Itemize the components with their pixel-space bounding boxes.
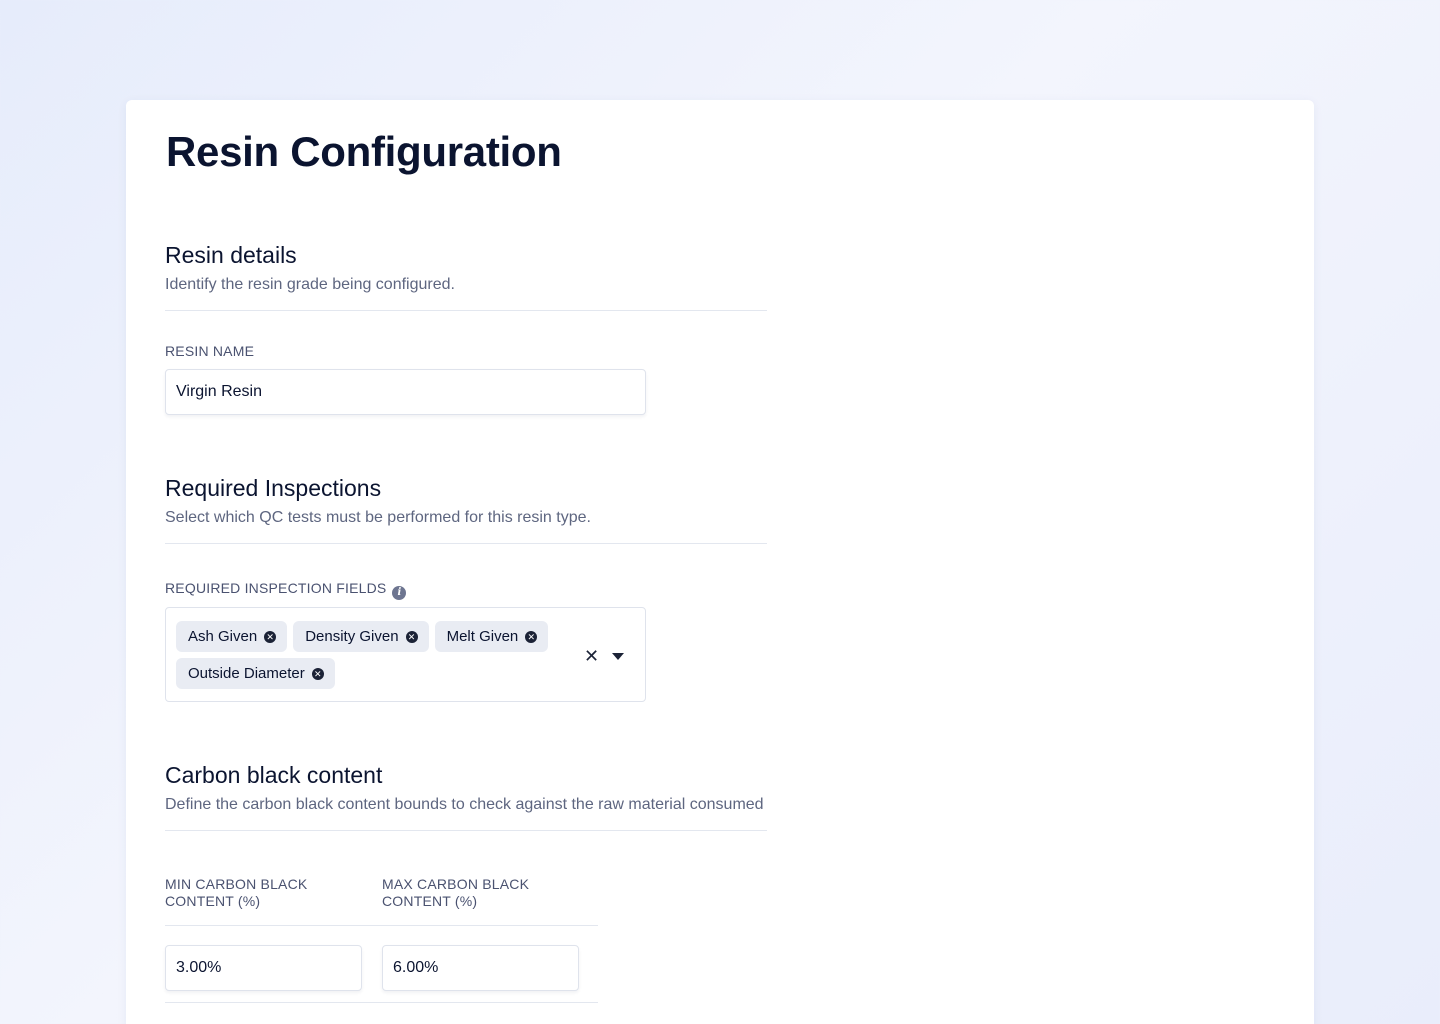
chip-melt-given[interactable]: Melt Given ✕ (434, 621, 549, 652)
resin-details-section: Resin details Identify the resin grade b… (165, 240, 767, 311)
remove-chip-icon[interactable]: ✕ (525, 630, 538, 643)
min-carbon-black-input[interactable] (165, 945, 362, 991)
chip-outside-diameter[interactable]: Outside Diameter ✕ (176, 658, 335, 689)
clear-icon[interactable]: ✕ (584, 646, 599, 666)
chip-label: Ash Given (188, 628, 258, 645)
resin-name-input[interactable] (165, 369, 646, 415)
min-carbon-black-label: MIN CARBON BLACK CONTENT (%) (165, 876, 308, 909)
resin-name-label: RESIN NAME (165, 343, 255, 359)
info-icon[interactable]: i (392, 586, 407, 600)
chip-label: Density Given (305, 628, 399, 645)
required-inspections-description: Select which QC tests must be performed … (165, 509, 591, 526)
required-inspection-fields-label: REQUIRED INSPECTION FIELDS i (165, 580, 407, 600)
required-inspections-title: Required Inspections (165, 475, 382, 501)
max-carbon-black-label: MAX CARBON BLACK CONTENT (%) (382, 876, 530, 909)
chip-label: Melt Given (446, 628, 519, 645)
chip-density-given[interactable]: Density Given ✕ (293, 621, 429, 652)
required-inspection-fields-label-text: REQUIRED INSPECTION FIELDS (165, 580, 387, 596)
chevron-down-icon[interactable] (612, 653, 624, 660)
chip-ash-given[interactable]: Ash Given ✕ (176, 621, 288, 652)
required-inspections-section: Required Inspections Select which QC tes… (165, 473, 767, 544)
selected-chips: Ash Given ✕ Density Given ✕ Melt Given ✕… (176, 621, 576, 689)
resin-details-title: Resin details (165, 242, 297, 268)
carbon-black-section: Carbon black content Define the carbon b… (165, 760, 767, 831)
page-title: Resin Configuration (166, 128, 562, 175)
carbon-black-description: Define the carbon black content bounds t… (165, 796, 764, 813)
section-divider (165, 310, 767, 311)
remove-chip-icon[interactable]: ✕ (311, 667, 324, 680)
chip-label: Outside Diameter (188, 665, 305, 682)
section-divider (165, 830, 767, 831)
max-carbon-black-input[interactable] (382, 945, 579, 991)
resin-details-description: Identify the resin grade being configure… (165, 276, 455, 293)
section-divider (165, 543, 767, 544)
carbon-black-row-divider (165, 1002, 598, 1003)
carbon-black-title: Carbon black content (165, 762, 383, 788)
configuration-card: Resin Configuration Resin details Identi… (126, 100, 1314, 1024)
remove-chip-icon[interactable]: ✕ (264, 630, 277, 643)
carbon-black-header-divider (165, 925, 598, 926)
remove-chip-icon[interactable]: ✕ (405, 630, 418, 643)
required-inspection-fields-select[interactable]: Ash Given ✕ Density Given ✕ Melt Given ✕… (165, 607, 646, 702)
